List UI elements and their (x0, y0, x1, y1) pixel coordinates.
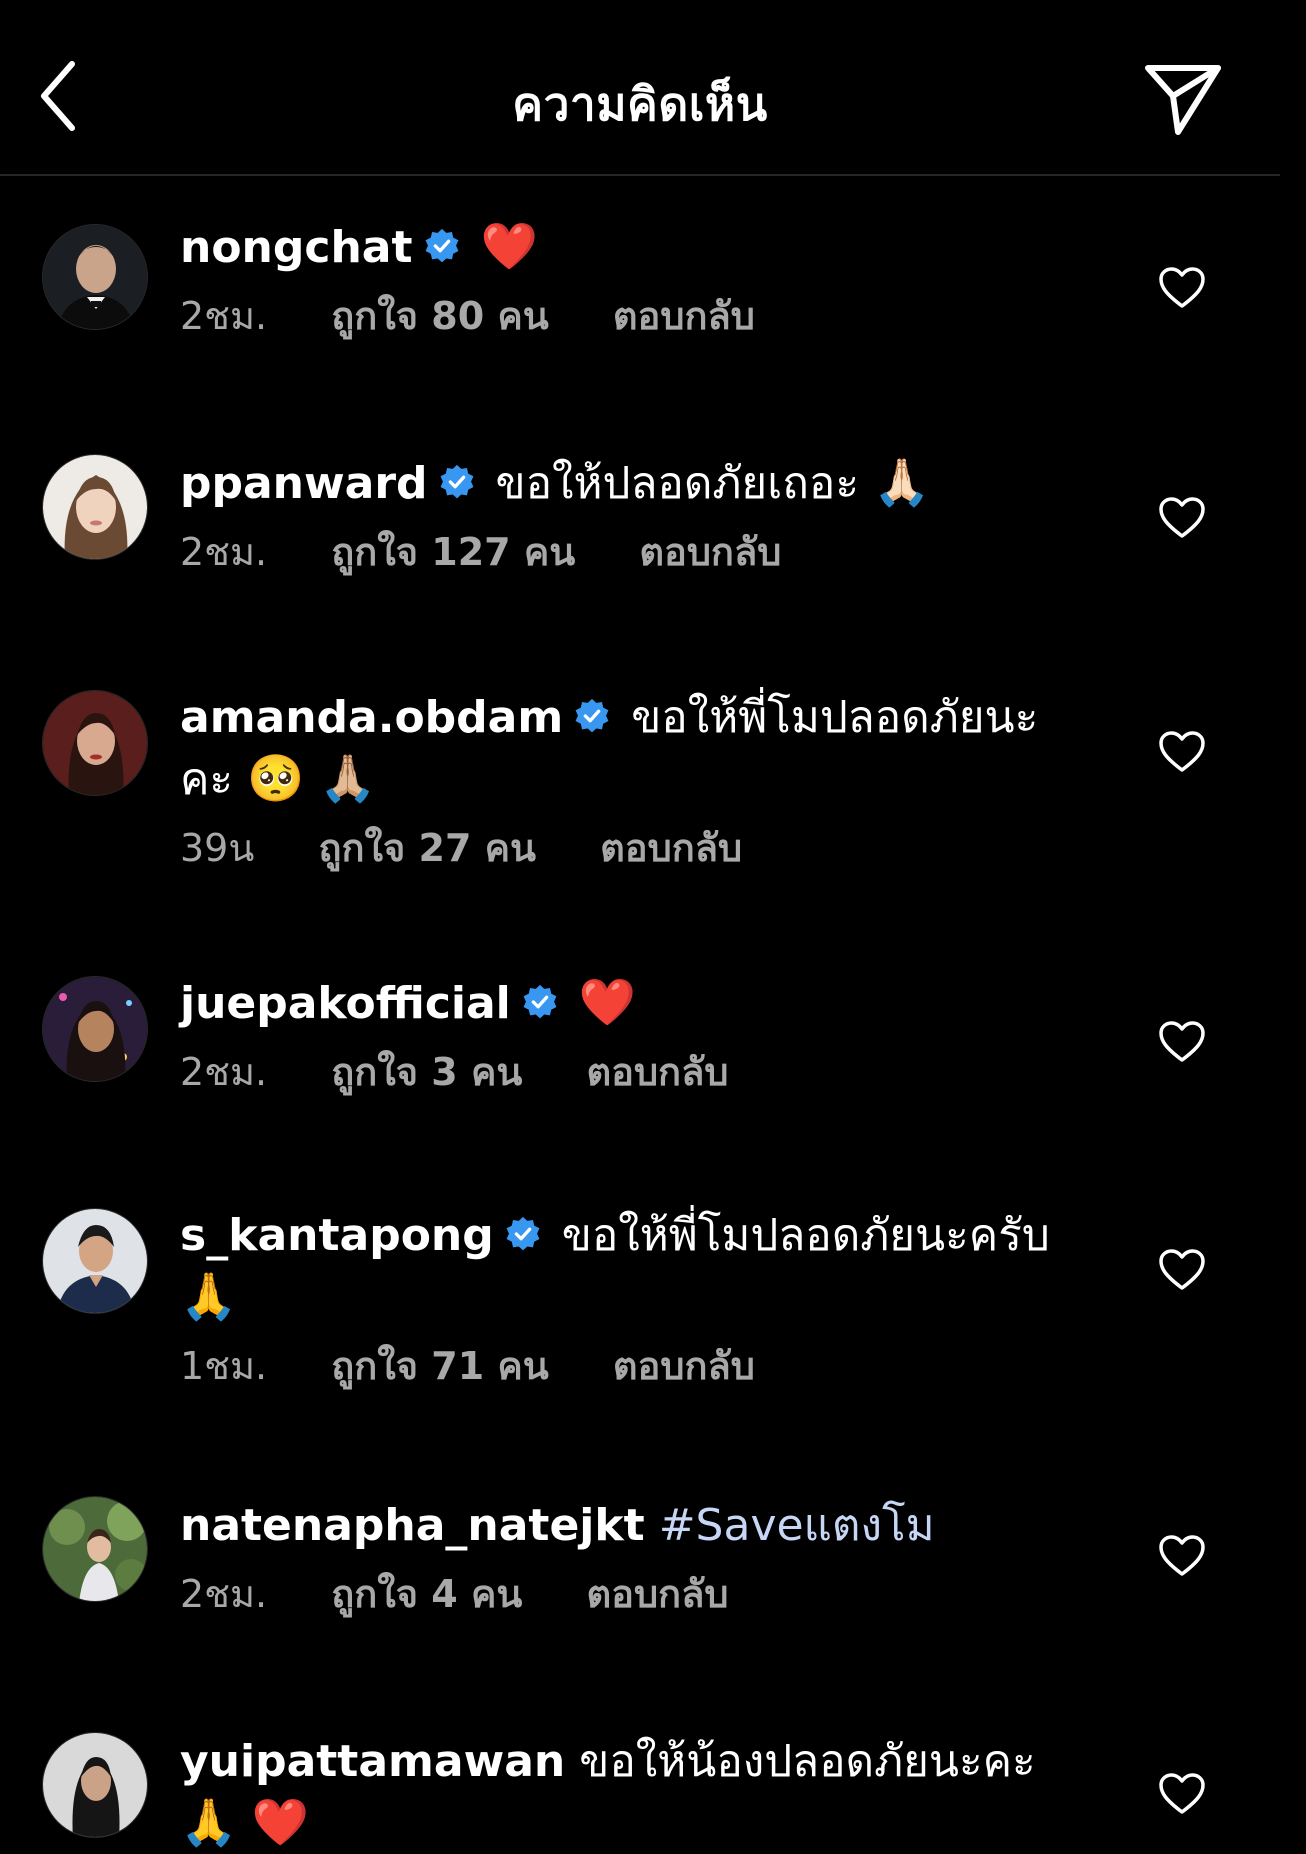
comment-username[interactable]: s_kantapong (180, 1210, 494, 1261)
like-button[interactable] (1158, 1248, 1206, 1292)
page-title: ความคิดเห็น (512, 77, 768, 131)
comment-meta: 39น ถูกใจ 27 คน ตอบกลับ (180, 820, 1080, 876)
heart-outline-icon (1159, 1249, 1205, 1290)
comment-username[interactable]: amanda.obdam (180, 692, 563, 743)
comment-time: 2ชม. (180, 530, 268, 574)
heart-outline-icon (1159, 497, 1205, 538)
comment-time: 2ชม. (180, 1572, 268, 1616)
comment-emoji: 🙏 ❤️ (180, 1795, 310, 1849)
avatar[interactable] (42, 1732, 148, 1838)
comment-body: nongchat ❤️ 2ชม. ถูกใจ 80 คน ตอบกลับ (180, 216, 1080, 344)
comment-time: 1ชม. (180, 1344, 268, 1388)
avatar[interactable] (42, 1208, 148, 1314)
avatar[interactable] (42, 976, 148, 1082)
avatar[interactable] (42, 224, 148, 330)
comment-username[interactable]: yuipattamawan (180, 1736, 565, 1787)
comment-line: ppanward ขอให้ปลอดภัยเถอะ 🙏🏻 (180, 452, 1080, 514)
comment-body: ppanward ขอให้ปลอดภัยเถอะ 🙏🏻 2ชม. ถูกใจ … (180, 452, 1080, 580)
comment-line: natenapha_natejkt #Saveแตงโม (180, 1496, 1080, 1556)
header: ความคิดเห็น (0, 0, 1280, 176)
comment-likes[interactable]: ถูกใจ 4 คน (331, 1572, 522, 1616)
verified-badge-icon (425, 228, 458, 263)
heart-outline-icon (1159, 1773, 1205, 1814)
avatar[interactable] (42, 454, 148, 560)
reply-button[interactable]: ตอบกลับ (613, 1344, 755, 1388)
comment-username[interactable]: natenapha_natejkt (180, 1500, 645, 1551)
reply-button[interactable]: ตอบกลับ (586, 1572, 728, 1616)
heart-outline-icon (1159, 1021, 1205, 1062)
comment-time: 39น (180, 826, 255, 870)
comment-line: amanda.obdam ขอให้พี่โมปลอดภัยนะคะ 🥺 🙏🏼 (180, 688, 1080, 810)
verified-badge-icon (506, 1216, 540, 1251)
comment-body: amanda.obdam ขอให้พี่โมปลอดภัยนะคะ 🥺 🙏🏼 … (180, 688, 1080, 876)
verified-badge-icon (575, 698, 609, 733)
comment-meta: 1ชม. ถูกใจ 71 คน ตอบกลับ (180, 1338, 1080, 1394)
comment-meta: 2ชม. ถูกใจ 127 คน ตอบกลับ (180, 524, 1080, 580)
reply-button[interactable]: ตอบกลับ (639, 530, 781, 574)
comment-username[interactable]: ppanward (180, 458, 428, 509)
avatar[interactable] (42, 690, 148, 796)
comment-username[interactable]: nongchat (180, 222, 413, 273)
comment-emoji: 🙏 (180, 1269, 238, 1323)
comment-likes[interactable]: ถูกใจ 27 คน (318, 826, 536, 870)
like-button[interactable] (1158, 266, 1206, 310)
like-button[interactable] (1158, 1020, 1206, 1064)
comment-emoji: ❤️ (480, 219, 538, 273)
verified-badge-icon (440, 464, 473, 499)
comment-username[interactable]: juepakofficial (180, 978, 511, 1029)
hashtag-link[interactable]: #Saveแตงโม (659, 1500, 935, 1551)
comment-meta: 2ชม. ถูกใจ 4 คน ตอบกลับ (180, 1566, 1080, 1622)
like-button[interactable] (1158, 730, 1206, 774)
comment-time: 2ชม. (180, 294, 268, 338)
avatar[interactable] (42, 1496, 148, 1602)
verified-badge-icon (523, 984, 557, 1019)
comment-emoji: ❤️ (578, 975, 637, 1029)
comment-likes[interactable]: ถูกใจ 71 คน (331, 1344, 549, 1388)
comment-body: juepakofficial ❤️ 2ชม. ถูกใจ 3 คน ตอบกลั… (180, 972, 1080, 1100)
comment-line: yuipattamawan ขอให้น้องปลอดภัยนะคะ 🙏 ❤️ (180, 1732, 1080, 1854)
reply-button[interactable]: ตอบกลับ (613, 294, 755, 338)
like-button[interactable] (1158, 1772, 1206, 1816)
comment-line: s_kantapong ขอให้พี่โมปลอดภัยนะครับ 🙏 (180, 1206, 1080, 1328)
like-button[interactable] (1158, 1534, 1206, 1578)
comment-line: juepakofficial ❤️ (180, 972, 1080, 1034)
comment-meta: 2ชม. ถูกใจ 80 คน ตอบกลับ (180, 288, 1080, 344)
comment-emoji: 🙏🏻 (872, 455, 931, 509)
share-button[interactable] (1140, 60, 1224, 140)
comment-text: ขอให้น้องปลอดภัยนะคะ (579, 1736, 1036, 1787)
comment-body: yuipattamawan ขอให้น้องปลอดภัยนะคะ 🙏 ❤️ (180, 1732, 1080, 1854)
comment-likes[interactable]: ถูกใจ 3 คน (331, 1050, 522, 1094)
comment-line: nongchat ❤️ (180, 216, 1080, 278)
comment-text: ขอให้ปลอดภัยเถอะ (495, 458, 859, 509)
heart-outline-icon (1159, 267, 1205, 308)
heart-outline-icon (1159, 731, 1205, 772)
comment-body: s_kantapong ขอให้พี่โมปลอดภัยนะครับ 🙏 1ช… (180, 1206, 1080, 1394)
like-button[interactable] (1158, 496, 1206, 540)
comment-likes[interactable]: ถูกใจ 80 คน (331, 294, 549, 338)
comment-likes[interactable]: ถูกใจ 127 คน (331, 530, 575, 574)
comment-emoji: 🥺 🙏🏼 (247, 751, 377, 805)
comment-body: natenapha_natejkt #Saveแตงโม 2ชม. ถูกใจ … (180, 1496, 1080, 1622)
comment-text: ขอให้พี่โมปลอดภัยนะครับ (561, 1210, 1050, 1261)
reply-button[interactable]: ตอบกลับ (600, 826, 742, 870)
comment-time: 2ชม. (180, 1050, 268, 1094)
comment-meta: 2ชม. ถูกใจ 3 คน ตอบกลับ (180, 1044, 1080, 1100)
paper-plane-icon (1145, 65, 1221, 135)
reply-button[interactable]: ตอบกลับ (586, 1050, 728, 1094)
heart-outline-icon (1159, 1535, 1205, 1576)
